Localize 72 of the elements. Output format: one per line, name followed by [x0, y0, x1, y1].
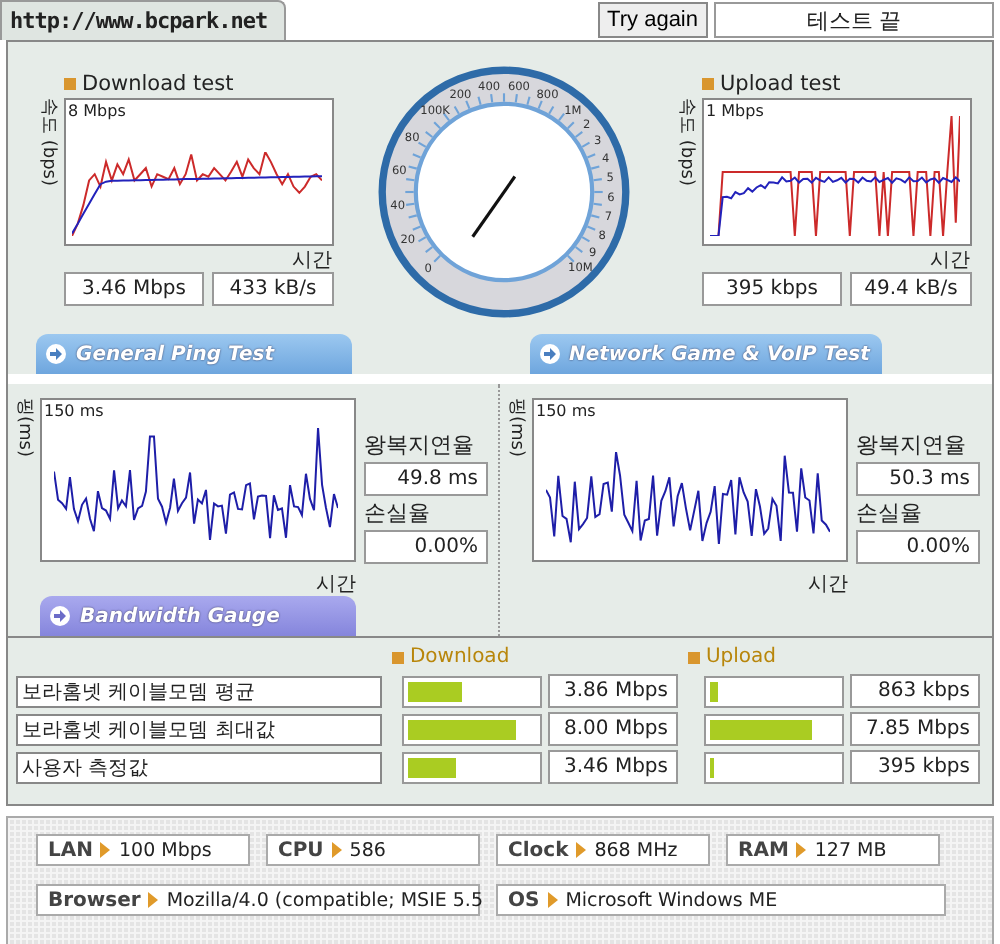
info-value: Mozilla/4.0 (compatible; MSIE 5.5 — [166, 889, 483, 911]
bullet-icon — [687, 651, 700, 663]
arrow-icon — [46, 344, 66, 364]
reading-field: 395 kbps — [702, 272, 842, 306]
triangle-icon — [547, 892, 558, 908]
triangle-icon — [100, 842, 111, 858]
site-tab[interactable]: http://www.bcpark.net — [0, 0, 286, 40]
loss-field: 0.00% — [856, 530, 980, 564]
row-label: 사용자 측정값 — [16, 751, 382, 783]
row-label: 보라홈넷 케이블모뎀 최대값 — [16, 713, 382, 745]
info-label: LAN — [48, 839, 93, 861]
tab-label: Network Game & VoIP Test — [569, 343, 870, 365]
value-field: 8.00 Mbps — [548, 712, 678, 746]
info-label: Clock — [508, 839, 569, 861]
try-again-button[interactable]: Try again — [597, 2, 708, 38]
reading-field: 3.46 Mbps — [64, 272, 204, 306]
triangle-icon — [148, 892, 159, 908]
bullet-icon — [391, 651, 404, 663]
value-field: 7.85 Mbps — [850, 712, 980, 746]
reading-field: 49.4 kB/s — [850, 272, 972, 306]
bullet-icon — [702, 78, 714, 90]
needle — [471, 175, 517, 238]
axis-label: 속도 (bps) — [36, 98, 60, 186]
axis-label: 시간 — [290, 248, 332, 272]
chart-title: Upload test — [720, 72, 841, 96]
arrow-icon — [50, 606, 70, 626]
info-value: 586 — [349, 839, 386, 861]
axis-label: 속도 (bps) — [674, 98, 698, 186]
loss-label: 손실율 — [856, 498, 924, 528]
value-field: 3.86 Mbps — [548, 674, 678, 708]
info-value: 127 MB — [814, 839, 887, 861]
triangle-icon — [576, 842, 587, 858]
loss-field: 0.00% — [364, 530, 488, 564]
row-label: 보라홈넷 케이블모뎀 평균 — [16, 675, 382, 707]
info-value: 100 Mbps — [118, 839, 212, 861]
triangle-icon — [796, 842, 807, 858]
tab-label: General Ping Test — [76, 343, 275, 365]
section-tab[interactable]: Network Game & VoIP Test — [529, 334, 882, 374]
latency-field: 49.8 ms — [364, 462, 488, 496]
column-header: Download — [409, 646, 510, 668]
axis-label: 시간 — [806, 572, 848, 596]
value-field: 3.46 Mbps — [548, 750, 678, 784]
loss-label: 손실율 — [364, 498, 432, 528]
status-field: 테스트 끝 — [714, 2, 994, 38]
info-value: Microsoft Windows ME — [565, 889, 778, 911]
axis-label: 핑(ms) — [12, 398, 36, 457]
scale-label: 150 ms — [536, 402, 596, 420]
latency-label: 왕복지연율 — [364, 430, 476, 460]
bullet-icon — [64, 78, 76, 90]
axis-label: 시간 — [314, 572, 356, 596]
tab-label: Bandwidth Gauge — [80, 605, 280, 627]
latency-field: 50.3 ms — [856, 462, 980, 496]
section-tab[interactable]: Bandwidth Gauge — [40, 596, 356, 636]
triangle-icon — [331, 842, 342, 858]
column-header: Upload — [705, 646, 777, 668]
section-tab[interactable]: General Ping Test — [36, 334, 352, 374]
scale-label: 1 Mbps — [706, 102, 764, 120]
info-value: 868 MHz — [594, 839, 678, 861]
info-label: Browser — [48, 889, 141, 911]
info-label: CPU — [278, 839, 324, 861]
value-field: 863 kbps — [850, 674, 980, 708]
info-label: OS — [508, 889, 540, 911]
scale-label: 150 ms — [44, 402, 104, 420]
scale-label: 8 Mbps — [68, 102, 126, 120]
arrow-icon — [539, 344, 559, 364]
info-label: RAM — [738, 839, 789, 861]
axis-label: 핑(ms) — [504, 398, 528, 457]
chart-title: Download test — [82, 72, 234, 96]
latency-label: 왕복지연율 — [856, 430, 968, 460]
reading-field: 433 kB/s — [212, 272, 334, 306]
axis-label: 시간 — [928, 248, 970, 272]
value-field: 395 kbps — [850, 750, 980, 784]
